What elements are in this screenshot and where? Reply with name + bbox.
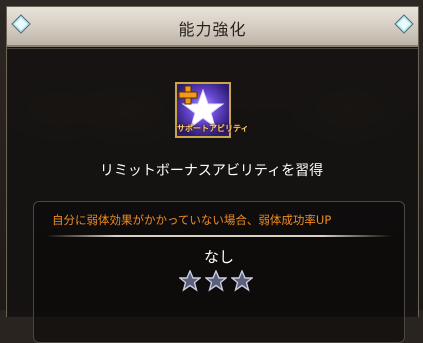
effect-description: 自分に弱体効果がかかっていない場合、弱体成功率UP (52, 213, 332, 227)
dialog-header: 能力強化 (7, 7, 418, 47)
ability-icon: サポートアビリティ (175, 82, 249, 138)
star-rating (178, 269, 259, 292)
ability-title: リミットボーナスアビリティを習得 (99, 163, 324, 179)
plus-icon (178, 85, 198, 105)
icon-label: サポートアビリティ (177, 124, 249, 133)
level-status: なし (203, 248, 234, 266)
panel-divider (46, 235, 392, 237)
effect-panel: 自分に弱体効果がかかっていない場合、弱体成功率UP なし (33, 201, 405, 343)
dialog-title: 能力強化 (178, 20, 247, 39)
star-icon (204, 269, 228, 292)
star-icon (178, 269, 202, 292)
header-divider (7, 48, 418, 49)
diamond-ornament-icon (394, 14, 414, 34)
star-icon (230, 269, 254, 292)
